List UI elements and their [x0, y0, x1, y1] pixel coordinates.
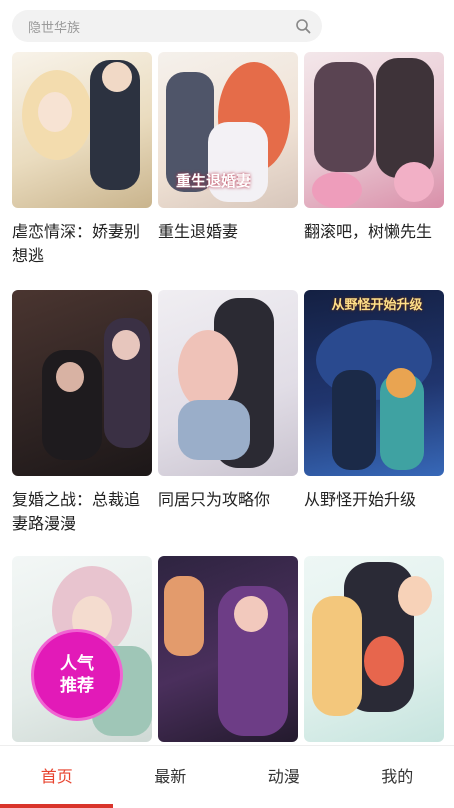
comic-cover[interactable] [304, 52, 444, 208]
comic-cover[interactable]: 重生退婚妻 [158, 52, 298, 208]
comic-title[interactable]: 从野怪开始升级 [304, 488, 444, 512]
comic-card[interactable]: 复婚之战：总裁追妻路漫漫 [12, 290, 152, 536]
comic-card[interactable]: 翻滚吧，树懒先生 [304, 52, 444, 244]
comic-card[interactable]: 人气 推荐 [12, 556, 152, 742]
tab-home[interactable]: 首页 [0, 746, 114, 808]
badge-line-1: 人气 [60, 654, 94, 674]
comic-card[interactable] [158, 556, 298, 742]
comic-title[interactable]: 翻滚吧，树懒先生 [304, 220, 444, 244]
comic-cover[interactable] [304, 556, 444, 742]
comic-cover[interactable] [12, 52, 152, 208]
tab-anime[interactable]: 动漫 [227, 746, 341, 808]
comic-cover[interactable] [158, 556, 298, 742]
comic-card[interactable]: 虐恋情深：娇妻别想逃 [12, 52, 152, 268]
comic-title[interactable]: 重生退婚妻 [158, 220, 298, 244]
comic-title[interactable]: 虐恋情深：娇妻别想逃 [12, 220, 152, 268]
search-bar[interactable]: 隐世华族 [12, 10, 322, 42]
comic-cover[interactable] [12, 290, 152, 476]
comic-title[interactable]: 同居只为攻略你 [158, 488, 298, 512]
tab-mine[interactable]: 我的 [341, 746, 454, 808]
bottom-tab-bar: 首页 最新 动漫 我的 [0, 745, 454, 808]
comic-title[interactable]: 复婚之战：总裁追妻路漫漫 [12, 488, 152, 536]
comic-card[interactable]: 同居只为攻略你 [158, 290, 298, 512]
search-icon[interactable] [294, 17, 312, 35]
comic-logo: 重生退婚妻 [176, 172, 252, 190]
comic-cover[interactable]: 人气 推荐 [12, 556, 152, 742]
popular-badge: 人气 推荐 [34, 632, 120, 718]
comic-cover[interactable] [158, 290, 298, 476]
badge-line-2: 推荐 [60, 676, 94, 696]
comic-logo: 从野怪开始升级 [331, 298, 423, 313]
comic-card[interactable] [304, 556, 444, 742]
comic-card[interactable]: 从野怪开始升级 从野怪开始升级 [304, 290, 444, 512]
tab-latest[interactable]: 最新 [114, 746, 228, 808]
active-tab-indicator [0, 804, 113, 808]
search-input[interactable]: 隐世华族 [28, 17, 294, 36]
comic-card[interactable]: 重生退婚妻 重生退婚妻 [158, 52, 298, 244]
comic-cover[interactable]: 从野怪开始升级 [304, 290, 444, 476]
